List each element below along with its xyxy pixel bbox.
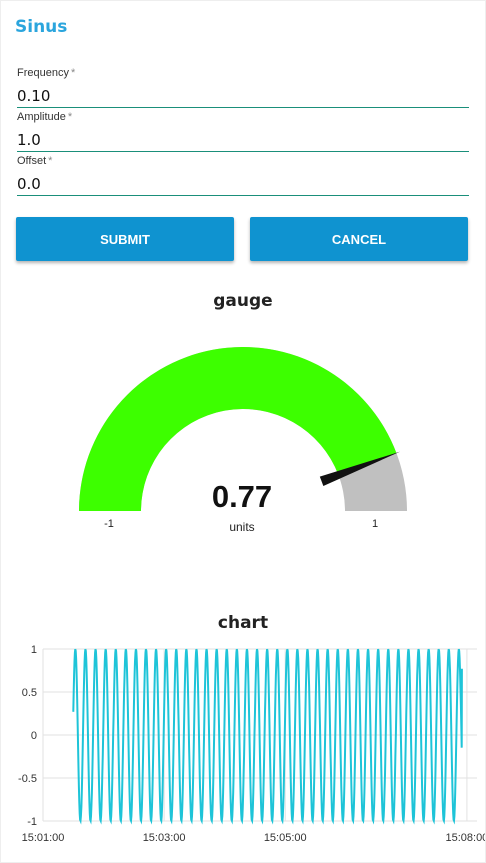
amplitude-input[interactable]: [17, 131, 457, 149]
chart-y-axis: 1 0.5 0 -0.5 -1: [18, 644, 37, 828]
submit-button[interactable]: SUBMIT: [16, 217, 234, 261]
gauge-title: gauge: [213, 291, 273, 311]
offset-label: Offset *: [17, 155, 53, 167]
chart-y-tick-label: -0.5: [18, 773, 37, 785]
chart-y-tick-label: 0.5: [22, 687, 37, 699]
chart-x-tick-label: 15:01:00: [22, 832, 65, 844]
chart-x-tick-label: 15:03:00: [143, 832, 186, 844]
chart-x-tick-label: 15:08:00: [445, 832, 485, 844]
gauge-max-label: 1: [372, 518, 378, 530]
sinus-card: Sinus Frequency* Amplitude* Offset* SUBM…: [1, 1, 485, 862]
amplitude-field[interactable]: Amplitude *: [17, 111, 469, 152]
chart-x-axis: 15:01:00 15:03:00 15:05:00 15:08:00: [22, 832, 485, 844]
line-chart: 10.50-0.5-1 15:01:00 15:03:00 15:05:00 15:0…: [18, 644, 485, 844]
chart-title: chart: [217, 613, 269, 633]
gauge: 0.77 units -1 1: [79, 347, 407, 534]
chart-y-tick-label: 1: [31, 644, 37, 656]
gauge-min-label: -1: [104, 518, 114, 530]
offset-input[interactable]: [17, 175, 457, 193]
frequency-label: Frequency *: [17, 67, 76, 79]
cancel-button[interactable]: CANCEL: [250, 217, 468, 261]
page-title: Sinus: [15, 17, 68, 37]
gauge-units: units: [229, 520, 254, 534]
offset-field[interactable]: Offset *: [17, 155, 469, 196]
chart-x-tick-label: 15:05:00: [264, 832, 307, 844]
frequency-input[interactable]: [17, 87, 457, 105]
frequency-field[interactable]: Frequency *: [17, 67, 469, 108]
gauge-value: 0.77: [212, 479, 272, 514]
amplitude-label: Amplitude *: [17, 111, 73, 123]
chart-y-tick-label: 0: [31, 730, 37, 742]
chart-y-tick-label: -1: [27, 816, 37, 828]
